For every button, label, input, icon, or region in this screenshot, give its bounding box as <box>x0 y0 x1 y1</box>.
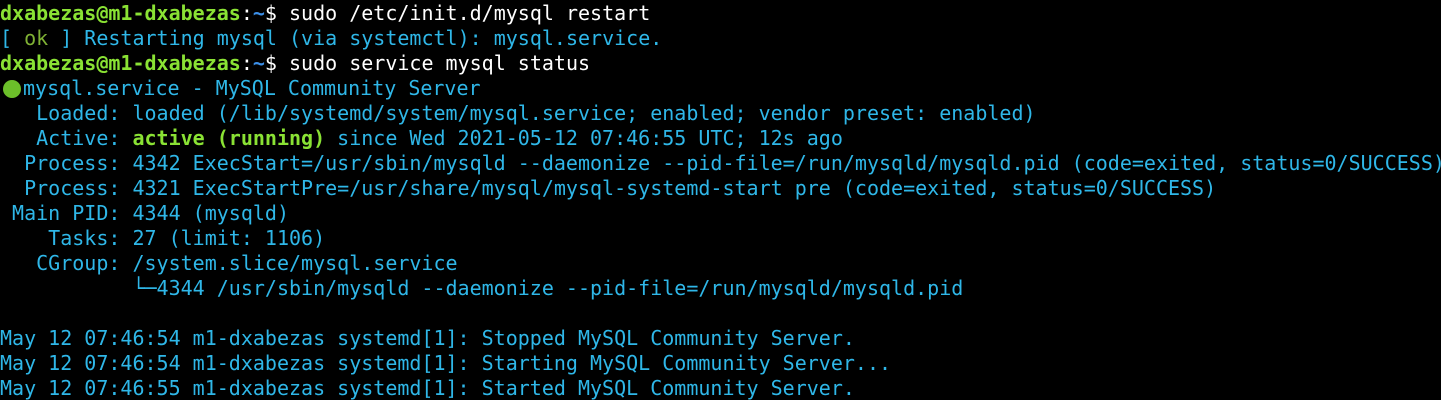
prompt-path: ~ <box>252 1 265 25</box>
cgroup-child-line: └─4344 /usr/sbin/mysqld --daemonize --pi… <box>0 276 964 300</box>
prompt-line-2: dxabezas@m1-dxabezas:~$ sudo service mys… <box>0 51 1441 76</box>
prompt-separator: : <box>240 51 253 75</box>
command-text: sudo service mysql status <box>289 51 591 75</box>
cgroup-line: CGroup: /system.slice/mysql.service <box>0 251 458 275</box>
tasks-line: Tasks: 27 (limit: 1106) <box>0 226 326 250</box>
loaded-label: Loaded: <box>0 101 133 125</box>
active-label: Active: <box>0 126 133 150</box>
status-dot-icon <box>3 80 21 98</box>
main-pid-line: Main PID: 4344 (mysqld) <box>0 201 289 225</box>
log-line-2: May 12 07:46:54 m1-dxabezas systemd[1]: … <box>0 351 892 375</box>
prompt-path: ~ <box>252 51 265 75</box>
ok-status: ok <box>24 26 49 50</box>
prompt-user-host: dxabezas@m1-dxabezas <box>0 1 241 25</box>
active-line: Active: active (running) since Wed 2021-… <box>0 126 1441 151</box>
prompt-symbol: $ <box>264 1 277 25</box>
prompt-separator: : <box>240 1 253 25</box>
prompt-user-host: dxabezas@m1-dxabezas <box>0 51 241 75</box>
service-unit-line: mysql.service - MySQL Community Server <box>0 76 1441 101</box>
command-text: sudo /etc/init.d/mysql restart <box>289 1 651 25</box>
loaded-value: loaded (/lib/systemd/system/mysql.servic… <box>132 101 1036 125</box>
restart-output-line: [ ok ] Restarting mysql (via systemctl):… <box>0 26 1441 51</box>
active-state: active (running) <box>132 126 326 150</box>
loaded-line: Loaded: loaded (/lib/systemd/system/mysq… <box>0 101 1441 126</box>
active-since: since Wed 2021-05-12 07:46:55 UTC; 12s a… <box>325 126 843 150</box>
ok-open-bracket: [ <box>0 26 25 50</box>
log-line-1: May 12 07:46:54 m1-dxabezas systemd[1]: … <box>0 326 855 350</box>
prompt-line-1: dxabezas@m1-dxabezas:~$ sudo /etc/init.d… <box>0 1 1441 26</box>
terminal-window[interactable]: dxabezas@m1-dxabezas:~$ sudo /etc/init.d… <box>0 0 1441 400</box>
service-unit-name: mysql.service - MySQL Community Server <box>23 76 481 100</box>
restart-message: ] Restarting mysql (via systemctl): mysq… <box>48 26 663 50</box>
log-line-3: May 12 07:46:55 m1-dxabezas systemd[1]: … <box>0 376 855 400</box>
prompt-symbol: $ <box>264 51 277 75</box>
process-line-2: Process: 4321 ExecStartPre=/usr/share/my… <box>0 176 1217 200</box>
process-line-1: Process: 4342 ExecStart=/usr/sbin/mysqld… <box>0 151 1441 175</box>
